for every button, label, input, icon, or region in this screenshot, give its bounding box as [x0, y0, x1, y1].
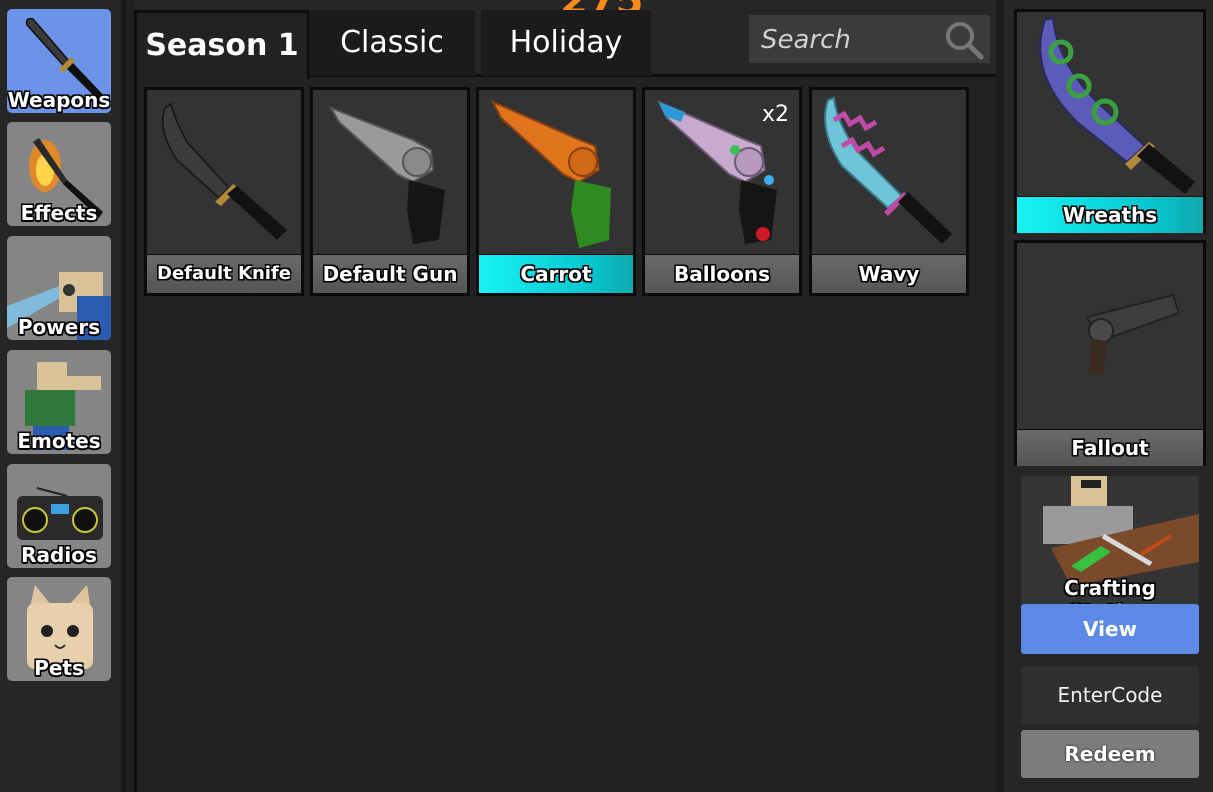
category-label: Weapons [7, 88, 111, 112]
equipped-gun-name: Fallout [1017, 430, 1203, 466]
equipped-knife-slot[interactable]: Wreaths [1014, 9, 1206, 233]
category-effects-button[interactable]: Effects [7, 122, 111, 226]
category-label: Powers [17, 315, 101, 339]
category-pets-button[interactable]: Pets [7, 577, 111, 681]
item-card-default-knife[interactable]: Default Knife [144, 87, 304, 296]
category-label: Pets [34, 656, 84, 680]
search-box[interactable] [749, 15, 990, 65]
equipped-gun-slot[interactable]: Fallout [1014, 240, 1206, 466]
category-emotes-button[interactable]: Emotes [7, 350, 111, 454]
item-card-default-gun[interactable]: Default Gun [310, 87, 470, 296]
item-card-balloons[interactable]: x2 Balloons [642, 87, 802, 296]
right-divider [996, 0, 1004, 792]
code-input[interactable] [1021, 666, 1199, 724]
tab-holiday[interactable]: Holiday [481, 10, 651, 76]
crafting-station-panel: Crafting Station [1021, 476, 1199, 604]
category-label: Radios [21, 543, 97, 567]
tab-season-1[interactable]: Season 1 [134, 10, 310, 79]
item-card-wavy[interactable]: Wavy [809, 87, 969, 296]
category-label: Effects [20, 201, 98, 225]
item-name: Default Gun [313, 255, 467, 293]
fallout-gun-icon [1085, 293, 1181, 375]
category-weapons-button[interactable]: Weapons [7, 9, 111, 113]
knife-icon [161, 102, 287, 240]
wreath-knife-icon [1039, 16, 1195, 194]
tab-classic[interactable]: Classic [309, 10, 475, 76]
equipped-knife-name: Wreaths [1017, 197, 1203, 233]
crafting-view-button[interactable]: View [1021, 604, 1199, 654]
crafting-station-title: Crafting Station [1064, 576, 1156, 604]
search-icon[interactable] [943, 19, 985, 61]
category-radios-button[interactable]: Radios [7, 464, 111, 568]
revolver-icon [328, 106, 445, 244]
wavy-knife-icon [824, 96, 952, 244]
item-name: Balloons [645, 255, 799, 293]
category-label: Emotes [17, 429, 101, 453]
item-name: Default Knife [147, 255, 301, 293]
item-quantity: x2 [761, 102, 789, 127]
redeem-button[interactable]: Redeem [1021, 730, 1199, 778]
left-divider-shadow [126, 0, 134, 792]
item-name: Carrot [479, 255, 633, 293]
search-input[interactable] [749, 15, 953, 65]
category-powers-button[interactable]: Powers [7, 236, 111, 340]
item-name: Wavy [812, 255, 966, 293]
item-card-carrot[interactable]: Carrot [476, 87, 636, 296]
carrot-revolver-icon [490, 99, 611, 248]
